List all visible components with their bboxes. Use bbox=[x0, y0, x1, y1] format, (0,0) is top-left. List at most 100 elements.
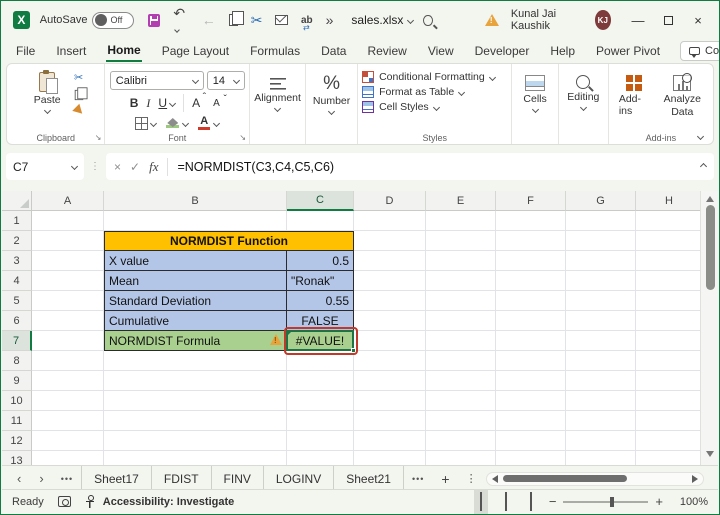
cell-E13[interactable] bbox=[426, 451, 496, 465]
cell-A1[interactable] bbox=[32, 211, 104, 231]
cell-B9[interactable] bbox=[104, 371, 287, 391]
analyze-data-button[interactable]: Analyze Data bbox=[656, 70, 709, 131]
insert-function-icon[interactable]: fx bbox=[149, 159, 158, 175]
page-layout-view-button[interactable] bbox=[499, 489, 513, 515]
cell-F10[interactable] bbox=[496, 391, 566, 411]
qat-overflow-icon[interactable]: » bbox=[326, 13, 334, 27]
font-name-select[interactable]: Calibri bbox=[109, 71, 204, 90]
column-header-d[interactable]: D bbox=[354, 191, 426, 211]
cell-D13[interactable] bbox=[354, 451, 426, 465]
zoom-in-button[interactable]: + bbox=[655, 494, 663, 509]
cell-G6[interactable] bbox=[566, 311, 636, 331]
sheet-overflow-left-icon[interactable]: ••• bbox=[53, 474, 81, 484]
replace-icon[interactable]: ab bbox=[301, 15, 313, 32]
cell-C12[interactable] bbox=[287, 431, 354, 451]
cell-G4[interactable] bbox=[566, 271, 636, 291]
cell-H11[interactable] bbox=[636, 411, 701, 431]
row-header-7[interactable]: 7 bbox=[2, 331, 32, 351]
cell-C4[interactable]: "Ronak" bbox=[287, 271, 354, 291]
number-button[interactable]: % Number bbox=[307, 70, 356, 131]
cell-H8[interactable] bbox=[636, 351, 701, 371]
row-header-10[interactable]: 10 bbox=[2, 391, 32, 411]
cell-E5[interactable] bbox=[426, 291, 496, 311]
cell-F2[interactable] bbox=[496, 231, 566, 251]
cell-G5[interactable] bbox=[566, 291, 636, 311]
close-button[interactable]: × bbox=[683, 5, 713, 35]
cell-D7[interactable] bbox=[354, 331, 426, 351]
cancel-icon[interactable]: × bbox=[114, 160, 121, 174]
cell-B4[interactable]: Mean bbox=[104, 271, 287, 291]
column-header-f[interactable]: F bbox=[496, 191, 566, 211]
page-break-view-button[interactable] bbox=[524, 489, 538, 515]
cell-F7[interactable] bbox=[496, 331, 566, 351]
cell-B10[interactable] bbox=[104, 391, 287, 411]
column-header-a[interactable]: A bbox=[32, 191, 104, 211]
cell-G1[interactable] bbox=[566, 211, 636, 231]
addins-button[interactable]: Add-ins bbox=[613, 70, 656, 131]
cell-E8[interactable] bbox=[426, 351, 496, 371]
cell-A9[interactable] bbox=[32, 371, 104, 391]
cell-G10[interactable] bbox=[566, 391, 636, 411]
cell-A3[interactable] bbox=[32, 251, 104, 271]
autosave-control[interactable]: AutoSave Off bbox=[40, 11, 135, 29]
row-header-1[interactable]: 1 bbox=[2, 211, 32, 231]
conditional-formatting-button[interactable]: Conditional Formatting bbox=[362, 71, 507, 83]
cell-A5[interactable] bbox=[32, 291, 104, 311]
normal-view-button[interactable] bbox=[473, 488, 488, 514]
bold-button[interactable]: B bbox=[130, 96, 139, 110]
cell-E10[interactable] bbox=[426, 391, 496, 411]
decrease-font-button[interactable]: A bbox=[213, 94, 226, 109]
cell-B12[interactable] bbox=[104, 431, 287, 451]
user-name[interactable]: Kunal Jai Kaushik bbox=[511, 8, 583, 32]
cell-E1[interactable] bbox=[426, 211, 496, 231]
cell-H7[interactable] bbox=[636, 331, 701, 351]
cell-E4[interactable] bbox=[426, 271, 496, 291]
column-header-e[interactable]: E bbox=[426, 191, 496, 211]
cell-C3[interactable]: 0.5 bbox=[287, 251, 354, 271]
ribbon-tab-page-layout[interactable]: Page Layout bbox=[161, 41, 230, 61]
cell-F3[interactable] bbox=[496, 251, 566, 271]
name-box[interactable]: C7 bbox=[6, 153, 84, 180]
macro-record-icon[interactable] bbox=[57, 496, 71, 507]
sheet-tab-sheet21[interactable]: Sheet21 bbox=[334, 466, 404, 491]
maximize-button[interactable] bbox=[653, 5, 683, 35]
cell-D10[interactable] bbox=[354, 391, 426, 411]
ribbon-tab-power-pivot[interactable]: Power Pivot bbox=[595, 41, 661, 61]
cell-F8[interactable] bbox=[496, 351, 566, 371]
cell-A11[interactable] bbox=[32, 411, 104, 431]
zoom-out-button[interactable]: − bbox=[549, 494, 557, 509]
sheet-nav-right-icon[interactable]: › bbox=[30, 471, 52, 486]
cell-styles-button[interactable]: Cell Styles bbox=[362, 101, 507, 113]
cell-E11[interactable] bbox=[426, 411, 496, 431]
row-header-12[interactable]: 12 bbox=[2, 431, 32, 451]
zoom-slider-thumb[interactable] bbox=[610, 496, 615, 507]
save-icon[interactable] bbox=[148, 13, 161, 27]
column-header-h[interactable]: H bbox=[636, 191, 701, 211]
collapse-formula-bar-icon[interactable] bbox=[699, 162, 708, 171]
cut-icon[interactable]: ✂ bbox=[251, 13, 263, 27]
zoom-level[interactable]: 100% bbox=[674, 496, 708, 508]
cell-A4[interactable] bbox=[32, 271, 104, 291]
email-icon[interactable] bbox=[275, 15, 288, 25]
copy-icon[interactable] bbox=[74, 87, 88, 101]
cell-E3[interactable] bbox=[426, 251, 496, 271]
cell-E6[interactable] bbox=[426, 311, 496, 331]
new-sheet-button[interactable]: + bbox=[432, 471, 458, 487]
copy-icon[interactable] bbox=[228, 11, 244, 26]
ribbon-tab-data[interactable]: Data bbox=[320, 41, 347, 61]
cell-H3[interactable] bbox=[636, 251, 701, 271]
font-size-select[interactable]: 14 bbox=[206, 71, 245, 90]
cell-E2[interactable] bbox=[426, 231, 496, 251]
cell-F11[interactable] bbox=[496, 411, 566, 431]
sheet-menu-icon[interactable]: ⋮ bbox=[459, 472, 484, 485]
ribbon-tab-review[interactable]: Review bbox=[366, 41, 407, 61]
row-header-13[interactable]: 13 bbox=[2, 451, 32, 465]
cell-F1[interactable] bbox=[496, 211, 566, 231]
ribbon-tab-view[interactable]: View bbox=[427, 41, 455, 61]
cell-G13[interactable] bbox=[566, 451, 636, 465]
cell-A13[interactable] bbox=[32, 451, 104, 465]
sheet-nav-left-icon[interactable]: ‹ bbox=[8, 471, 30, 486]
cell-C7[interactable]: #VALUE! bbox=[284, 327, 358, 355]
cell-D2[interactable] bbox=[354, 231, 426, 251]
cell-C6[interactable]: FALSE bbox=[287, 311, 354, 331]
